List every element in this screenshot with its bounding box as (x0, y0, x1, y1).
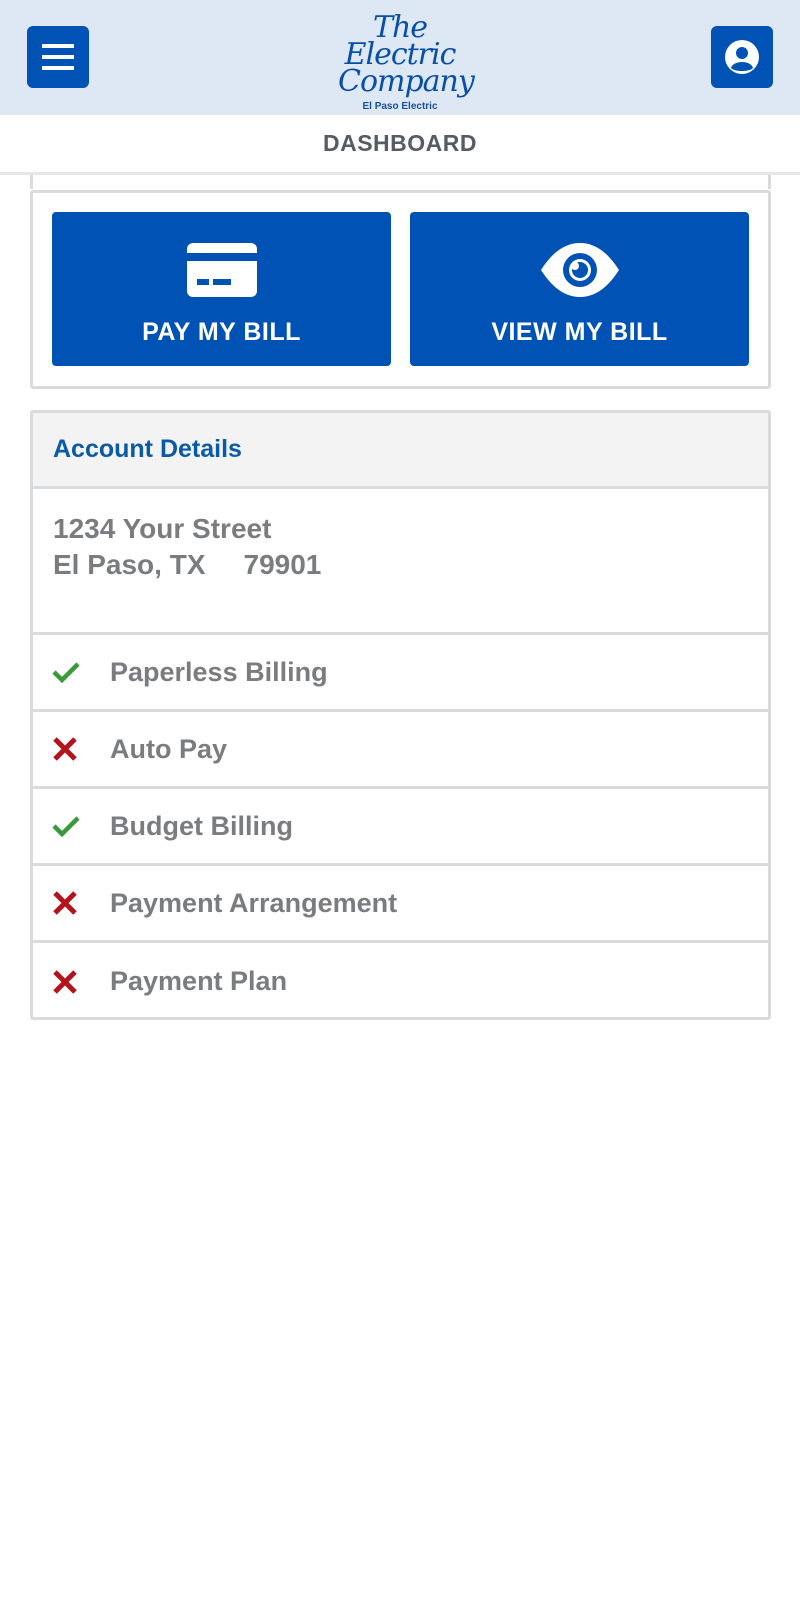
pay-my-bill-label: PAY MY BILL (142, 318, 301, 346)
feature-label: Budget Billing (110, 810, 293, 841)
scrolled-card-edge (30, 175, 771, 189)
feature-row-auto-pay: Auto Pay (33, 712, 768, 789)
logo-line-2: Company (338, 64, 475, 99)
feature-row-payment-arrangement: Payment Arrangement (33, 866, 768, 943)
address-city-line: El Paso, TX 79901 (53, 547, 768, 583)
account-details-title: Account Details (33, 413, 768, 489)
view-my-bill-button[interactable]: VIEW MY BILL (410, 212, 749, 366)
feature-row-payment-plan: Payment Plan (33, 943, 768, 1017)
account-features-list: Paperless Billing Auto Pay Budget Billing P… (33, 635, 768, 1017)
address-city-state: El Paso, TX (53, 549, 206, 580)
feature-row-budget-billing: Budget Billing (33, 789, 768, 866)
hamburger-menu-icon (42, 44, 74, 70)
cross-icon (52, 969, 110, 995)
logo-line-1: The Electric (344, 10, 457, 72)
view-my-bill-label: VIEW MY BILL (491, 318, 668, 346)
pay-my-bill-button[interactable]: PAY MY BILL (52, 212, 391, 366)
feature-row-paperless-billing: Paperless Billing (33, 635, 768, 712)
page-title: DASHBOARD (0, 115, 800, 175)
account-details-card: Account Details 1234 Your Street El Paso… (30, 410, 771, 1020)
feature-label: Payment Plan (110, 966, 288, 996)
menu-button[interactable] (27, 26, 89, 88)
feature-label: Auto Pay (110, 733, 228, 764)
profile-button[interactable] (711, 26, 773, 88)
logo-subtitle: El Paso Electric (362, 101, 438, 112)
bill-actions-card: PAY MY BILL VIEW MY BILL (30, 190, 771, 389)
service-address: 1234 Your Street El Paso, TX 79901 (33, 489, 768, 635)
cross-icon (52, 736, 110, 762)
credit-card-icon (186, 243, 257, 297)
company-logo: The Electric Company El Paso Electric (338, 10, 475, 113)
feature-label: Payment Arrangement (110, 887, 398, 918)
user-profile-icon (725, 40, 759, 74)
eye-icon (540, 243, 619, 297)
app-header: The Electric Company El Paso Electric (0, 0, 800, 115)
check-icon (52, 661, 110, 683)
cross-icon (52, 890, 110, 916)
address-street: 1234 Your Street (53, 513, 272, 544)
feature-label: Paperless Billing (110, 656, 328, 687)
check-icon (52, 815, 110, 837)
address-zip: 79901 (243, 549, 322, 580)
